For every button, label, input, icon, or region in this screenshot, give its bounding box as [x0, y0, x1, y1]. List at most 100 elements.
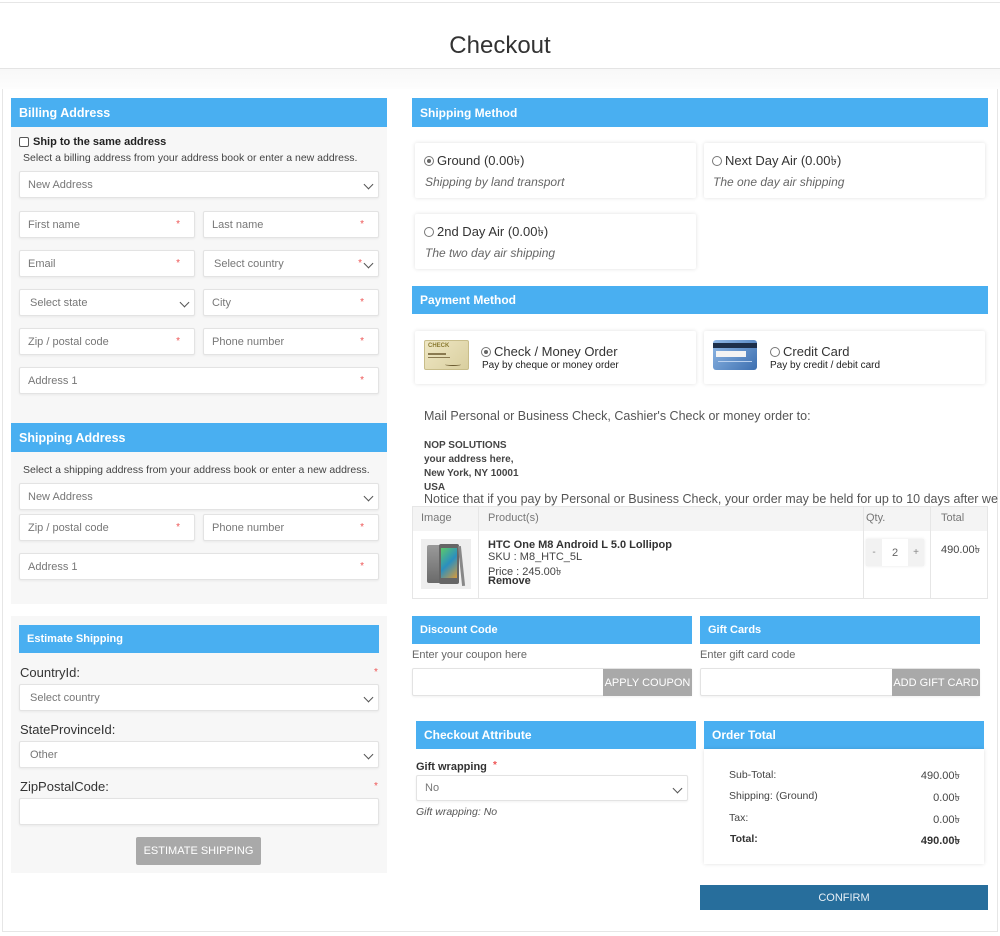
- gift-wrapping-value: No: [425, 782, 440, 794]
- product-sku: SKU : M8_HTC_5L: [488, 551, 583, 563]
- column-header-products: Product(s): [488, 512, 539, 524]
- radio-selected-icon[interactable]: [424, 156, 434, 166]
- payment-option-credit-card[interactable]: Credit Card Pay by credit / debit card: [704, 331, 985, 384]
- payment-notice: Notice that if you pay by Personal or Bu…: [424, 492, 998, 506]
- same-address-row[interactable]: Ship to the same address: [19, 136, 166, 148]
- estimate-shipping-button[interactable]: ESTIMATE SHIPPING: [136, 837, 261, 865]
- shipping-phone-input[interactable]: Phone number *: [203, 514, 379, 541]
- apply-coupon-button[interactable]: APPLY COUPON: [603, 669, 692, 696]
- estimate-country-select[interactable]: Select country: [19, 684, 379, 711]
- subtotal-value: 490.00৳: [920, 770, 960, 782]
- billing-country-select[interactable]: Select country *: [203, 250, 379, 277]
- radio-selected-icon[interactable]: [481, 347, 491, 357]
- shipping-option-2nd-day-air[interactable]: 2nd Day Air (0.00৳) The two day air ship…: [415, 214, 696, 269]
- gift-wrapping-select[interactable]: No: [416, 775, 688, 801]
- billing-zip-placeholder: Zip / postal code: [28, 335, 109, 348]
- shipping-option-ground[interactable]: Ground (0.00৳) Shipping by land transpor…: [415, 143, 696, 198]
- required-mark: *: [360, 522, 364, 533]
- zip-label: ZipPostalCode:: [20, 779, 109, 794]
- check-icon: CHECK: [424, 340, 469, 370]
- address-line: NOP SOLUTIONS: [424, 440, 507, 451]
- column-divider: [863, 507, 864, 598]
- billing-header: Billing Address: [11, 98, 387, 127]
- checkout-attribute-header: Checkout Attribute: [416, 721, 696, 749]
- payment-option-check[interactable]: CHECK Check / Money Order Pay by cheque …: [415, 331, 696, 384]
- last-name-placeholder: Last name: [212, 218, 264, 231]
- estimate-zip-input[interactable]: [19, 798, 379, 825]
- payment-info-intro: Mail Personal or Business Check, Cashier…: [424, 409, 811, 423]
- shipping-address-hint: Select a shipping address from your addr…: [23, 464, 370, 476]
- shipping-option-desc: The two day air shipping: [425, 246, 556, 260]
- product-image[interactable]: [421, 539, 471, 589]
- qty-decrease-button[interactable]: -: [866, 539, 882, 566]
- billing-zip-input[interactable]: Zip / postal code *: [19, 328, 195, 355]
- payment-option-name: Credit Card: [783, 344, 850, 359]
- estimate-state-value: Other: [30, 748, 58, 761]
- billing-phone-input[interactable]: Phone number *: [203, 328, 379, 355]
- column-header-total: Total: [941, 512, 965, 524]
- billing-state-value: Select state: [30, 296, 88, 309]
- billing-address-select[interactable]: New Address: [19, 171, 379, 198]
- estimate-shipping-header: Estimate Shipping: [19, 625, 379, 653]
- shipping-address-select[interactable]: New Address: [19, 483, 379, 510]
- shipping-phone-placeholder: Phone number: [212, 521, 285, 534]
- column-header-image: Image: [421, 512, 452, 524]
- confirm-button[interactable]: CONFIRM: [700, 885, 988, 910]
- state-label: StateProvinceId:: [20, 722, 116, 737]
- shipping-address1-input[interactable]: Address 1 *: [19, 553, 379, 580]
- address-line: New York, NY 10001: [424, 468, 519, 479]
- product-name-link[interactable]: HTC One M8 Android L 5.0 Lollipop: [488, 539, 672, 551]
- chevron-down-icon: [363, 258, 374, 269]
- city-input[interactable]: City *: [203, 289, 379, 316]
- estimate-state-select[interactable]: Other: [19, 741, 379, 768]
- gift-wrapping-summary: Gift wrapping: No: [416, 806, 498, 818]
- chevron-down-icon: [363, 692, 374, 703]
- column-divider: [930, 507, 931, 598]
- add-gift-card-button[interactable]: ADD GIFT CARD: [892, 669, 980, 696]
- qty-increase-button[interactable]: +: [908, 539, 924, 566]
- billing-address1-input[interactable]: Address 1 *: [19, 367, 379, 394]
- subtotal-label: Sub-Total:: [729, 769, 777, 781]
- required-mark: *: [176, 522, 180, 533]
- gift-cards-header: Gift Cards: [700, 616, 980, 644]
- remove-link[interactable]: Remove: [488, 575, 531, 587]
- email-input[interactable]: Email *: [19, 250, 195, 277]
- shipping-option-desc: Shipping by land transport: [425, 175, 565, 189]
- qty-input[interactable]: 2: [882, 539, 908, 566]
- shipping-cost-value: 0.00৳: [933, 792, 960, 804]
- discount-header: Discount Code: [412, 616, 692, 644]
- shipping-address-select-value: New Address: [28, 490, 93, 503]
- last-name-input[interactable]: Last name *: [203, 211, 379, 238]
- tax-value: 0.00৳: [933, 814, 960, 826]
- same-address-checkbox[interactable]: [19, 137, 29, 147]
- address-line: your address here,: [424, 454, 514, 465]
- radio-unselected-icon[interactable]: [712, 156, 722, 166]
- total-value: 490.00৳: [920, 835, 960, 847]
- shipping-option-name: Next Day Air (0.00৳): [725, 153, 842, 168]
- first-name-input[interactable]: First name *: [19, 211, 195, 238]
- radio-unselected-icon[interactable]: [770, 347, 780, 357]
- chevron-down-icon: [179, 297, 190, 308]
- required-mark: *: [360, 297, 364, 308]
- page-header: Checkout: [0, 3, 1000, 69]
- shipping-option-next-day-air[interactable]: Next Day Air (0.00৳) The one day air shi…: [704, 143, 985, 198]
- payment-option-desc: Pay by cheque or money order: [482, 360, 619, 371]
- discount-hint: Enter your coupon here: [412, 649, 527, 661]
- billing-address1-placeholder: Address 1: [28, 374, 78, 387]
- radio-unselected-icon[interactable]: [424, 227, 434, 237]
- city-placeholder: City: [212, 296, 231, 309]
- country-label: CountryId:: [20, 665, 80, 680]
- total-label: Total:: [730, 833, 758, 845]
- required-mark: *: [360, 336, 364, 347]
- shipping-zip-input[interactable]: Zip / postal code *: [19, 514, 195, 541]
- quantity-stepper: - 2 +: [866, 539, 924, 566]
- billing-state-select[interactable]: Select state: [19, 289, 195, 316]
- tax-label: Tax:: [729, 812, 749, 824]
- billing-country-value: Select country: [214, 257, 284, 270]
- required-mark: *: [492, 760, 497, 771]
- shipping-zip-placeholder: Zip / postal code: [28, 521, 109, 534]
- gift-wrapping-label-text: Gift wrapping: [416, 761, 487, 773]
- chevron-down-icon: [363, 749, 374, 760]
- required-mark: *: [374, 781, 378, 792]
- payment-mail-address: NOP SOLUTIONS your address here, New Yor…: [424, 439, 519, 495]
